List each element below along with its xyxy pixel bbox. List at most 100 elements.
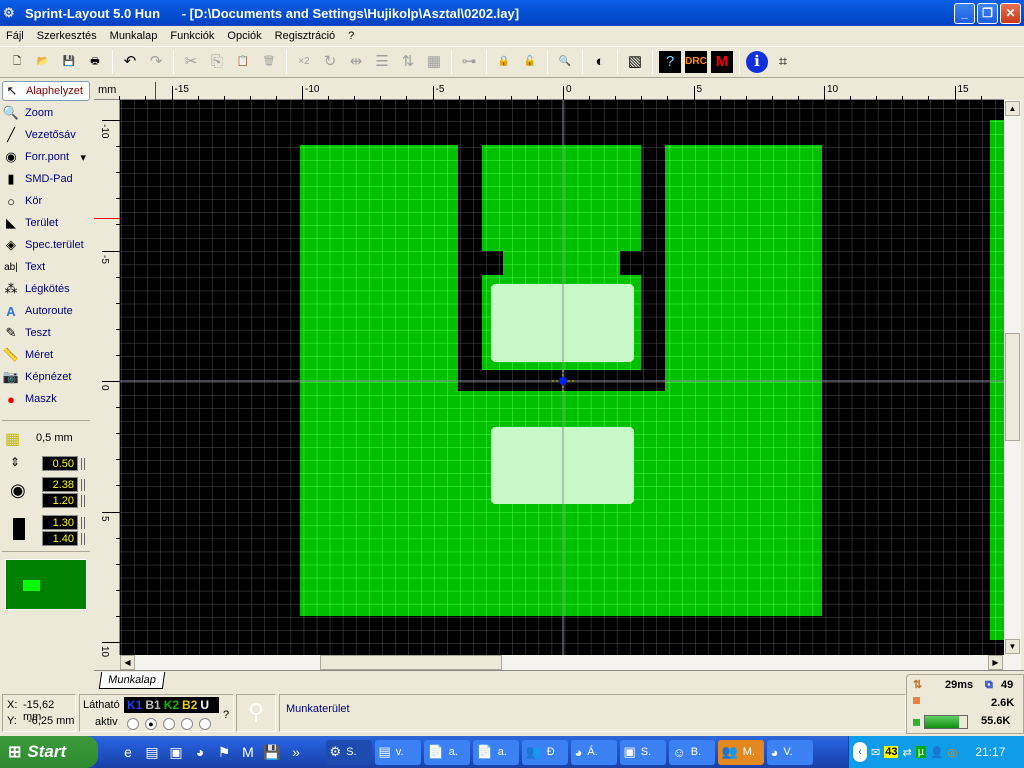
align-icon[interactable]: ☰ — [371, 51, 393, 73]
app-icon[interactable]: M — [238, 742, 258, 762]
menu-item[interactable]: Funkciók — [170, 30, 214, 42]
menu-item[interactable]: Regisztráció — [275, 30, 336, 42]
info-check-icon[interactable]: ? — [659, 51, 681, 73]
layer-K1[interactable]: K1 — [127, 697, 142, 713]
layer-radio-U[interactable] — [199, 718, 211, 730]
layer-U[interactable]: U — [200, 697, 209, 713]
pcb-canvas[interactable] — [120, 100, 1004, 655]
info-icon[interactable]: ℹ — [746, 51, 768, 73]
tool-solder-pad[interactable]: ◉ Forr.pont ▾ — [2, 147, 90, 167]
taskbar-button[interactable]: 📄 a. — [423, 739, 470, 765]
taskbar-button[interactable]: ☺ B. — [668, 739, 715, 765]
track-width-field[interactable]: 0.50 — [42, 456, 78, 471]
tool-smd-pad[interactable]: ▮ SMD-Pad — [2, 169, 90, 189]
horizontal-scrollbar[interactable]: ◀ ▶ — [120, 655, 1004, 670]
ie-icon[interactable]: e — [118, 742, 138, 762]
taskbar-button[interactable]: 👥 Đ — [521, 739, 568, 765]
layer-radio-K1[interactable] — [127, 718, 139, 730]
smd-height-field[interactable]: 1.40 — [42, 531, 78, 546]
taskbar-button[interactable]: ◕ Á. — [570, 739, 617, 765]
tab-munkalap[interactable]: Munkalap — [98, 672, 166, 689]
taskbar-button[interactable]: 📄 a. — [472, 739, 519, 765]
menu-item[interactable]: Fájl — [6, 30, 24, 42]
pad-inner-spinner[interactable] — [81, 495, 85, 507]
notepad-icon[interactable]: ▤ — [142, 742, 162, 762]
layer-radio-B2[interactable] — [181, 718, 193, 730]
tool-camera[interactable]: 📷 Képnézet — [2, 367, 90, 387]
minimize-button[interactable]: _ — [954, 3, 975, 24]
messenger-tray-icon[interactable]: 👤 — [930, 746, 944, 759]
taskbar-button[interactable]: ▤ v. — [374, 739, 421, 765]
scroll-left-button[interactable]: ◀ — [120, 655, 135, 670]
tool-mask[interactable]: ● Maszk — [2, 389, 90, 409]
tray-badge[interactable]: 43 — [884, 746, 899, 758]
track-width-spinner[interactable] — [81, 458, 85, 470]
layer-B2[interactable]: B2 — [182, 697, 197, 713]
tray-expand-icon[interactable]: ‹ — [853, 742, 867, 762]
taskbar-button[interactable]: ⚙ S. — [325, 739, 372, 765]
flip-icon[interactable]: ⇅ — [397, 51, 419, 73]
tool-autoroute[interactable]: A Autoroute — [2, 301, 90, 321]
smd-height-spinner[interactable] — [81, 533, 85, 545]
tool-track[interactable]: ╱ Vezetősáv — [2, 125, 90, 145]
tool-circle[interactable]: ○ Kör — [2, 191, 90, 211]
rotate-icon[interactable]: ↻ — [319, 51, 341, 73]
menu-item[interactable]: Szerkesztés — [37, 30, 97, 42]
drc-icon[interactable]: DRC — [685, 51, 707, 73]
layer-B1[interactable]: B1 — [145, 697, 160, 713]
autoroute-layer-icon[interactable]: ▧ — [624, 51, 646, 73]
taskbar-button[interactable]: ▣ S. — [619, 739, 666, 765]
tool-airwire[interactable]: ⁂ Légkötés — [2, 279, 90, 299]
taskbar-button[interactable]: 👥 M. — [717, 739, 764, 765]
connect-icon[interactable]: ⊶ — [458, 51, 480, 73]
smd-width-spinner[interactable] — [81, 517, 85, 529]
maximize-button[interactable]: ❐ — [977, 3, 998, 24]
firefox-icon[interactable]: ◕ — [190, 742, 210, 762]
grid-icon[interactable]: ▦ — [5, 429, 20, 449]
duplicate-x2-icon[interactable]: ×2 — [293, 51, 315, 73]
horizontal-scroll-thumb[interactable] — [320, 655, 502, 670]
close-button[interactable]: ✕ — [1000, 3, 1021, 24]
scroll-down-button[interactable]: ▼ — [1005, 639, 1020, 654]
undo-icon[interactable]: ↶ — [119, 51, 141, 73]
lock-icon[interactable]: 🔒 — [493, 51, 515, 73]
macro-icon[interactable]: M — [711, 51, 733, 73]
zoom-icon[interactable]: 🔍 — [554, 51, 576, 73]
tool-area[interactable]: ◣ Terület — [2, 213, 90, 233]
scroll-right-button[interactable]: ▶ — [988, 655, 1003, 670]
dropdown-arrow-icon[interactable]: ▾ — [80, 151, 86, 164]
mirror-h-icon[interactable]: ⇹ — [345, 51, 367, 73]
computer-icon[interactable]: ▣ — [166, 742, 186, 762]
menu-item[interactable]: Munkalap — [110, 30, 158, 42]
layer-help[interactable]: ? — [223, 709, 229, 721]
copy-icon[interactable]: ⎘ — [206, 51, 228, 73]
contrast-icon[interactable]: ◐ — [589, 51, 611, 73]
menu-item[interactable]: ? — [348, 30, 354, 42]
tool-special-area[interactable]: ◈ Spec.terület — [2, 235, 90, 255]
grid-size[interactable]: 0,5 mm — [36, 432, 73, 444]
vertical-scroll-thumb[interactable] — [1005, 333, 1020, 441]
open-folder-icon[interactable]: 📂 — [32, 51, 54, 73]
flag-icon[interactable]: ⚑ — [214, 742, 234, 762]
save-icon[interactable]: 💾 — [58, 51, 80, 73]
tool-test-probe[interactable]: ✎ Teszt — [2, 323, 90, 343]
tool-zoom[interactable]: 🔍 Zoom — [2, 103, 90, 123]
layer-radio-K2[interactable] — [163, 718, 175, 730]
mail-icon[interactable]: ✉ — [871, 746, 880, 759]
pad-inner-field[interactable]: 1.20 — [42, 493, 78, 508]
network-tray-icon[interactable]: ⇄ — [902, 746, 911, 759]
delete-icon[interactable]: 🗑 — [258, 51, 280, 73]
redo-icon[interactable]: ↷ — [145, 51, 167, 73]
new-file-icon[interactable]: 🗋 — [6, 51, 28, 73]
tool-cursor-arrow[interactable]: ↖ Alaphelyzet — [2, 81, 90, 101]
tool-ruler[interactable]: 📏 Méret — [2, 345, 90, 365]
utorrent-icon[interactable]: µ — [915, 746, 927, 758]
media-tray-icon[interactable]: ◎ — [948, 746, 958, 759]
pad-outer-spinner[interactable] — [81, 479, 85, 491]
layer-radio-B1[interactable]: ● — [145, 718, 157, 730]
paste-icon[interactable]: 📋 — [232, 51, 254, 73]
scroll-up-button[interactable]: ▲ — [1005, 101, 1020, 116]
group-icon[interactable]: ▦ — [423, 51, 445, 73]
layer-K2[interactable]: K2 — [164, 697, 179, 713]
print-icon[interactable]: 🖶 — [84, 51, 106, 73]
